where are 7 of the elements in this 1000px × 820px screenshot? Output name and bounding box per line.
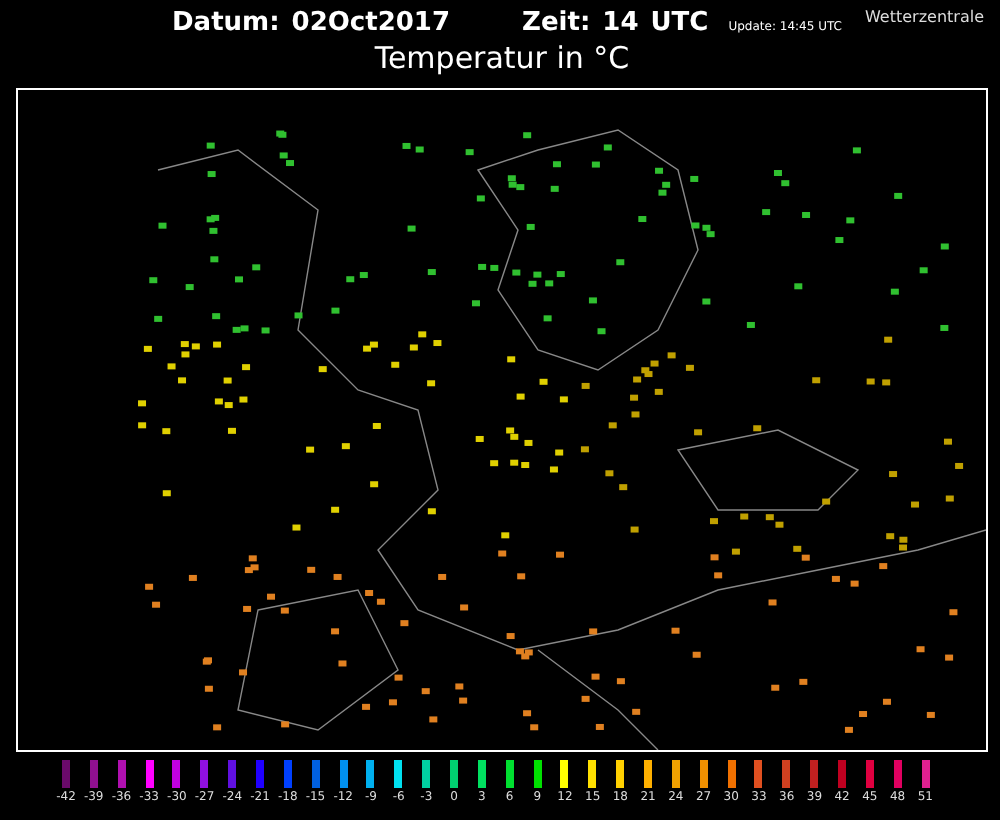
time-value: 14: [602, 8, 639, 38]
brand-name: Wetterzentrale: [864, 8, 984, 26]
time-label: Zeit:: [522, 8, 591, 38]
date-value: 02Oct2017: [291, 8, 451, 38]
map-title: Temperatur in °C: [372, 40, 632, 80]
date-label: Datum:: [172, 8, 280, 38]
time-unit: UTC: [650, 8, 709, 38]
